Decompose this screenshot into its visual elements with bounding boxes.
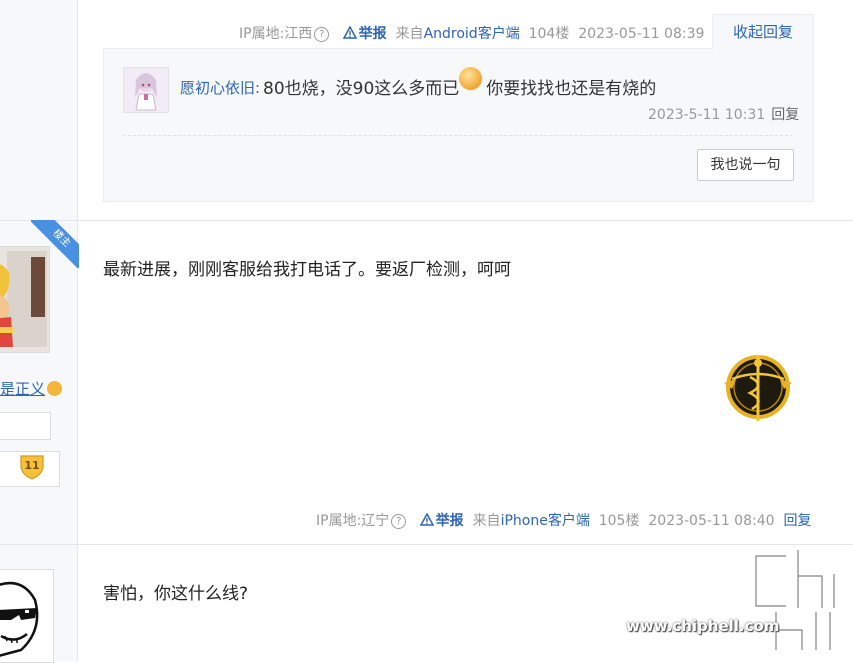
ip-location: IP属地:辽宁 [316,513,390,529]
warning-icon [342,26,357,39]
client-link[interactable]: Android客户端 [424,26,520,42]
sub-reply-username[interactable]: 愿初心依旧: [180,77,260,98]
reply-button[interactable]: 回复 [783,513,811,529]
post-content: 害怕，你这什么线? [103,584,249,604]
post-divider [0,220,853,221]
user-info-box [0,412,51,440]
main-post-meta: IP属地:辽宁? 举报 来自iPhone客户端 105楼 2023-05-11 … [316,510,811,530]
say-something-button[interactable]: 我也说一句 [697,149,794,181]
level-badge-icon: 11 [20,455,44,480]
post-content: 最新进展，刚刚客服给我打电话了。要返厂检测，呵呵 [103,260,511,280]
warning-icon [419,513,434,526]
username-link[interactable]: 是正义 [0,378,63,399]
kiss-emoji-icon [47,381,63,396]
sub-reply-meta: 2023-5-11 10:31 回复 [648,104,799,124]
user-avatar[interactable] [0,569,54,663]
sub-reply-text: 80也烧，没90这么多而已 [263,79,460,99]
sub-reply-content: 80也烧，没90这么多而已 你要找找也还是有烧的 [263,67,657,99]
level-number: 11 [24,459,39,472]
smile-emoji-icon [459,67,483,90]
sub-reply-time: 2023-5-11 10:31 [648,107,766,123]
source-prefix: 来自 [395,26,424,42]
report-link[interactable]: 举报 [342,26,387,42]
post-time: 2023-05-11 08:39 [578,26,705,42]
watermark-url: www.chiphell.com [626,617,780,635]
sub-reply-avatar[interactable] [123,67,169,113]
fold-replies-button[interactable]: 收起回复 [712,14,814,49]
floor-number: 105楼 [598,513,640,529]
user-avatar[interactable] [0,246,50,353]
ip-location: IP属地:江西 [239,26,313,42]
dashed-divider [123,135,793,136]
help-icon[interactable]: ? [314,27,330,42]
floor-number: 104楼 [528,26,570,42]
post-time: 2023-05-11 08:40 [648,513,775,529]
client-link[interactable]: iPhone客户端 [501,513,590,529]
source-prefix: 来自 [472,513,501,529]
medal-badge-icon [724,355,792,421]
help-icon[interactable]: ? [391,514,407,529]
report-link[interactable]: 举报 [419,513,464,529]
sub-reply-text-cont: 你要找找也还是有烧的 [486,79,657,99]
sub-reply-button[interactable]: 回复 [771,107,799,123]
prev-post-meta: IP属地:江西? 举报 来自Android客户端 104楼 2023-05-11… [239,23,704,43]
post-divider [0,544,853,545]
chiphell-watermark-logo [752,546,838,654]
